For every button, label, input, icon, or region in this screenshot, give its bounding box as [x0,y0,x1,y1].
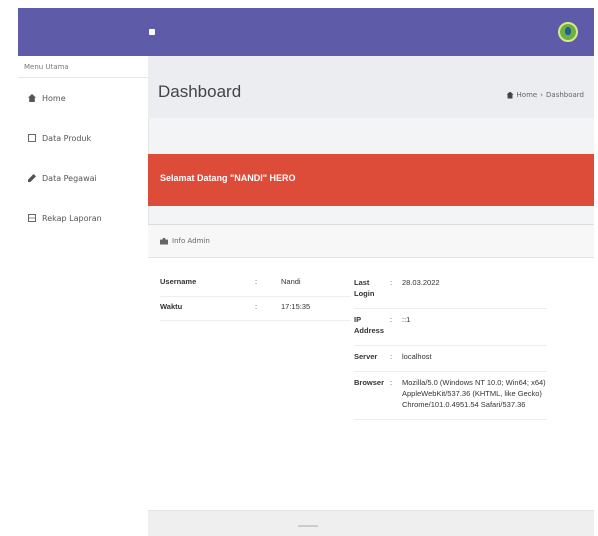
sidebar-item-label: Data Pegawai [42,173,97,183]
top-navbar [18,8,594,56]
table-row: Last Login : 28.03.2022 [354,272,547,309]
sidebar-item-label: Rekap Laporan [42,213,102,223]
sidebar-item-rekap-laporan[interactable]: Rekap Laporan [18,198,148,238]
breadcrumb: Home › Dashboard [506,91,584,99]
home-icon [506,91,514,99]
camera-icon [160,237,168,245]
info-value: Nandi [281,277,301,286]
admin-info-table: Username : Nandi Waktu : 17:15:35 [160,272,351,321]
table-row: Username : Nandi [160,272,351,296]
info-admin-body: Username : Nandi Waktu : 17:15:35 Last L… [148,258,594,518]
info-separator: : [255,301,258,311]
welcome-callout: Selamat Datang "NANDI" HERO [148,154,594,206]
info-admin-header: Info Admin [148,225,594,258]
home-icon [28,94,36,102]
table-row: Server : localhost [354,346,547,372]
content-header: Dashboard Home › Dashboard [148,56,594,118]
app-frame: Menu Utama Home Data Produk Data Pegawai… [18,8,594,536]
breadcrumb-separator: › [540,91,544,99]
table-row: IP Address : ::1 [354,309,547,346]
info-value: Mozilla/5.0 (Windows NT 10.0; Win64; x64… [402,378,546,409]
info-separator: : [390,352,393,361]
info-value: 17:15:35 [281,301,311,311]
info-key: Username [160,277,197,286]
info-key: Last Login [354,278,375,298]
info-separator: : [390,315,393,324]
sidebar-item-label: Data Produk [42,133,92,143]
breadcrumb-home-link[interactable]: Home [517,91,538,99]
menu-toggle-icon[interactable] [149,29,155,35]
sidebar-item-label: Home [42,93,66,103]
footer-divider [298,525,318,527]
table-row: Browser : Mozilla/5.0 (Windows NT 10.0; … [354,372,547,420]
table-row: Waktu : 17:15:35 [160,296,351,320]
info-value: localhost [402,352,432,361]
info-separator: : [390,278,393,287]
page-title: Dashboard [158,82,242,101]
sidebar: Menu Utama Home Data Produk Data Pegawai… [18,56,149,536]
session-info-table: Last Login : 28.03.2022 IP Address : ::1… [354,272,547,420]
info-separator: : [390,378,393,387]
welcome-text: Selamat Datang "NANDI" HERO [160,173,296,183]
info-key: IP Address [354,315,385,335]
info-key: Browser [354,378,385,387]
info-admin-title: Info Admin [172,237,210,245]
breadcrumb-current: Dashboard [546,91,584,99]
sidebar-menu-title: Menu Utama [18,56,148,78]
info-value: 28.03.2022 [402,278,440,287]
document-icon [28,134,36,142]
info-separator: : [255,277,258,286]
info-value: ::1 [402,315,411,324]
sidebar-item-home[interactable]: Home [18,78,148,118]
list-icon [28,214,36,222]
info-admin-footer [148,510,594,536]
info-admin-box: Info Admin Username : Nandi Waktu : 17:1… [148,224,594,536]
info-key: Server [354,352,378,361]
sidebar-item-data-pegawai[interactable]: Data Pegawai [18,158,148,198]
user-avatar[interactable] [558,22,578,42]
pencil-icon [28,174,36,182]
sidebar-item-data-produk[interactable]: Data Produk [18,118,148,158]
info-key: Waktu [160,301,183,311]
